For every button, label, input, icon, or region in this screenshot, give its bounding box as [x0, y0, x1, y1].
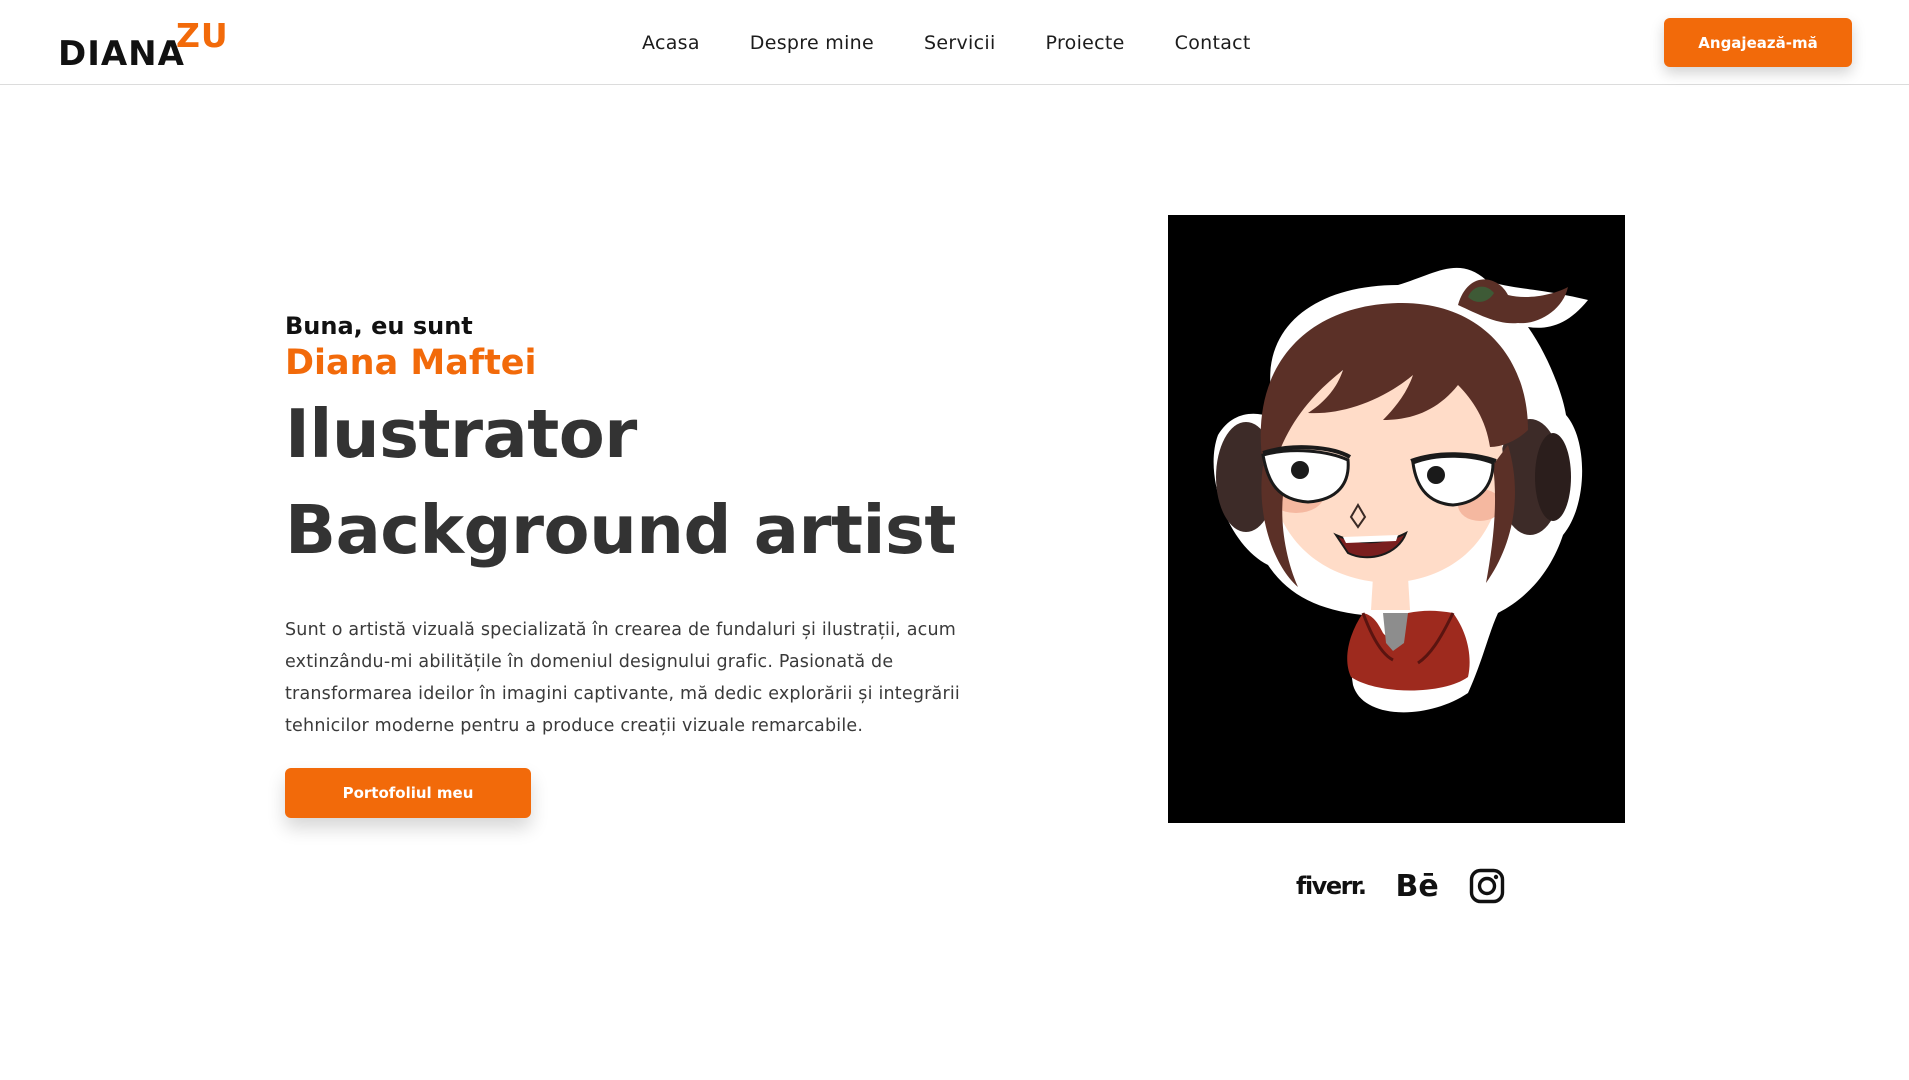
hero-greeting: Buna, eu sunt [285, 312, 473, 340]
nav-link-despre-mine[interactable]: Despre mine [750, 32, 874, 54]
nav-link-acasa[interactable]: Acasa [642, 32, 700, 54]
hero-role-illustrator: Ilustrator [285, 395, 637, 473]
portrait-illustration [1168, 215, 1625, 823]
fiverr-icon[interactable]: fiverr. [1296, 872, 1367, 900]
social-links: fiverr. Bē [1296, 866, 1505, 906]
hire-me-button[interactable]: Angajează-mă [1664, 18, 1852, 67]
nav-link-proiecte[interactable]: Proiecte [1046, 32, 1125, 54]
logo-superscript: ZU [176, 16, 229, 55]
hero-name: Diana Maftei [285, 343, 537, 383]
logo[interactable]: DIANA ZU [58, 16, 228, 74]
behance-icon[interactable]: Bē [1395, 869, 1438, 904]
nav-link-contact[interactable]: Contact [1175, 32, 1251, 54]
hero-role-background-artist: Background artist [285, 491, 956, 569]
logo-main-text: DIANA [58, 34, 185, 74]
hero-description: Sunt o artistă vizuală specializată în c… [285, 620, 960, 736]
nav-links: Acasa Despre mine Servicii Proiecte Cont… [642, 30, 1301, 56]
portfolio-button[interactable]: Portofoliul meu [285, 768, 531, 818]
hero-text: Buna, eu sunt Diana Maftei Ilustrator Ba… [285, 310, 1015, 760]
navbar: DIANA ZU Acasa Despre mine Servicii Proi… [0, 0, 1909, 85]
instagram-icon[interactable] [1469, 868, 1505, 904]
nav-link-servicii[interactable]: Servicii [924, 32, 996, 54]
